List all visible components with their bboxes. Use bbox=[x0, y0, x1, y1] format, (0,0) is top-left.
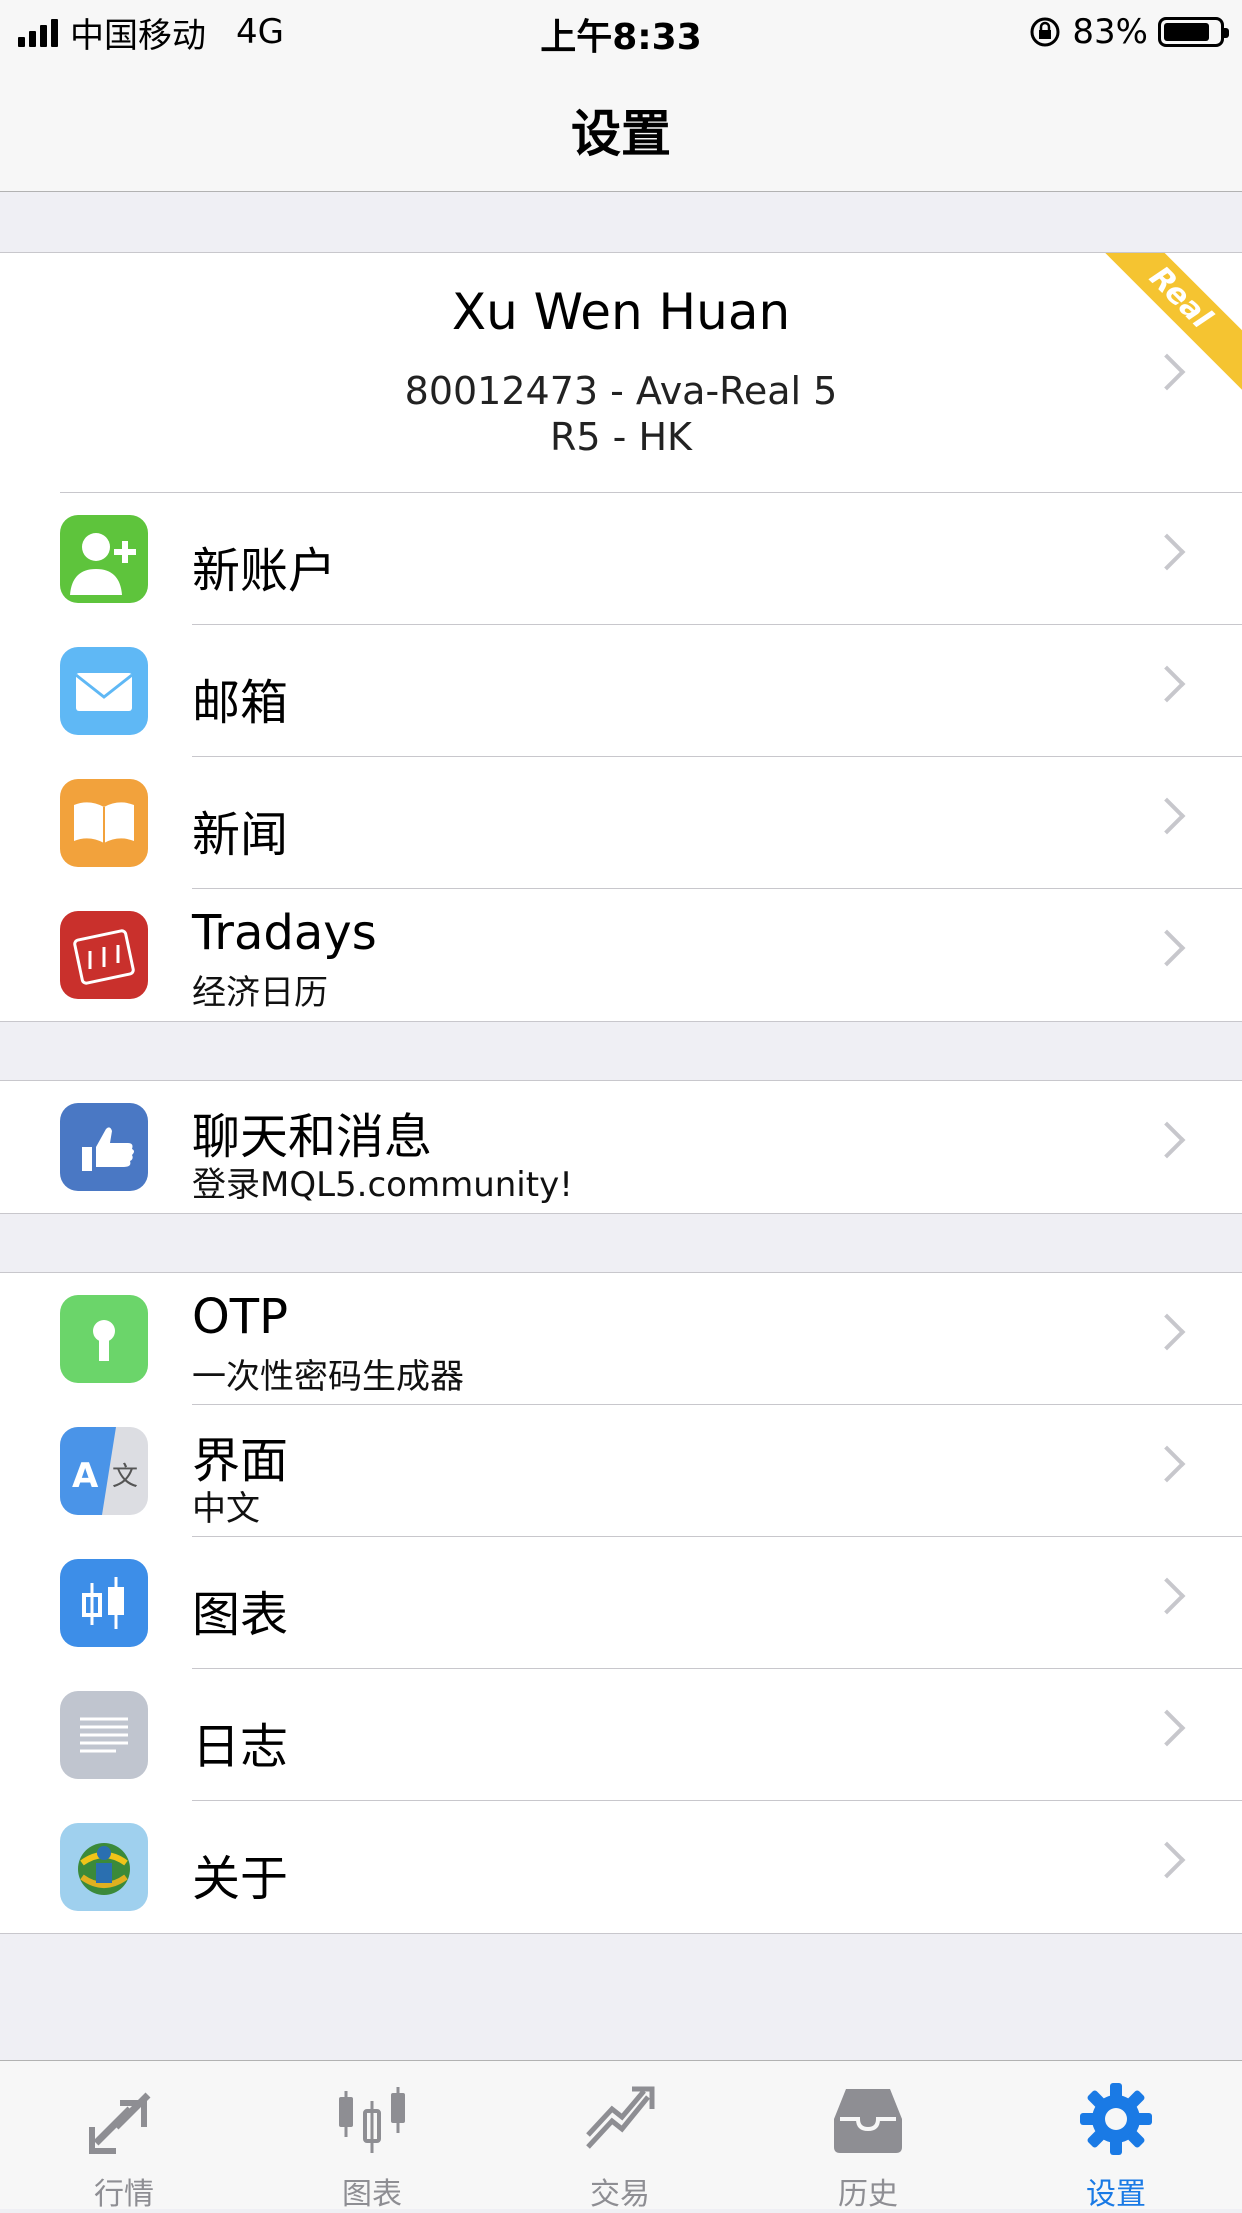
log-icon bbox=[60, 1691, 148, 1779]
tab-bar: 行情 图表 交易 历史 设置 bbox=[0, 2060, 1242, 2212]
add-user-icon bbox=[60, 515, 148, 603]
menu-sublabel: 登录MQL5.community! bbox=[192, 1165, 573, 1205]
menu-row-news[interactable]: 新闻 bbox=[0, 757, 1242, 889]
settings-group: OTP 一次性密码生成器 A文 界面 中文 图表 日志 关于 bbox=[0, 1272, 1242, 1934]
chevron-right-icon bbox=[1148, 533, 1186, 571]
trade-trend-icon bbox=[586, 2086, 655, 2149]
chevron-right-icon bbox=[1148, 1121, 1186, 1159]
rotation-lock-icon bbox=[1028, 15, 1062, 49]
chevron-right-icon bbox=[1148, 1841, 1186, 1879]
svg-text:文: 文 bbox=[112, 1462, 138, 1492]
chevron-right-icon bbox=[1148, 1313, 1186, 1351]
mail-icon bbox=[60, 647, 148, 735]
tab-label: 历史 bbox=[838, 2177, 898, 2212]
metatrader-logo-icon bbox=[60, 1823, 148, 1911]
account-name: Xu Wen Huan bbox=[451, 283, 791, 341]
chevron-right-icon bbox=[1148, 1577, 1186, 1615]
tab-label: 行情 bbox=[94, 2177, 154, 2212]
status-right: 83% bbox=[1028, 10, 1229, 54]
status-bar: 中国移动 4G 上午8:33 83% bbox=[0, 0, 1242, 64]
menu-row-chat[interactable]: 聊天和消息 登录MQL5.community! bbox=[0, 1081, 1242, 1213]
calendar-icon bbox=[60, 911, 148, 999]
history-inbox-icon bbox=[834, 2089, 902, 2153]
menu-row-journal[interactable]: 日志 bbox=[0, 1669, 1242, 1801]
community-group: 聊天和消息 登录MQL5.community! bbox=[0, 1080, 1242, 1214]
chart-candles-icon bbox=[339, 2087, 405, 2153]
menu-label: Tradays bbox=[192, 905, 377, 961]
tab-settings[interactable]: 设置 bbox=[992, 2061, 1240, 2212]
battery-percent: 83% bbox=[1072, 12, 1148, 52]
settings-gear-icon bbox=[1080, 2083, 1152, 2155]
page-title: 设置 bbox=[571, 105, 671, 163]
menu-sublabel: 中文 bbox=[192, 1489, 260, 1529]
keyhole-icon bbox=[60, 1295, 148, 1383]
menu-row-interface[interactable]: A文 界面 中文 bbox=[0, 1405, 1242, 1537]
candlestick-icon bbox=[60, 1559, 148, 1647]
tab-quotes[interactable]: 行情 bbox=[0, 2061, 248, 2212]
menu-row-charts[interactable]: 图表 bbox=[0, 1537, 1242, 1669]
tab-trade[interactable]: 交易 bbox=[496, 2061, 744, 2212]
menu-label: 图表 bbox=[192, 1587, 289, 1643]
svg-text:A: A bbox=[72, 1456, 99, 1496]
tab-charts[interactable]: 图表 bbox=[248, 2061, 496, 2212]
menu-label: 日志 bbox=[192, 1719, 289, 1775]
quotes-arrows-icon bbox=[89, 2092, 151, 2154]
account-region: R5 - HK bbox=[550, 415, 692, 459]
menu-label: OTP bbox=[192, 1289, 289, 1345]
account-number-server: 80012473 - Ava-Real 5 bbox=[404, 369, 838, 413]
chevron-right-icon bbox=[1148, 797, 1186, 835]
tab-label: 交易 bbox=[590, 2177, 650, 2212]
chevron-right-icon bbox=[1148, 1445, 1186, 1483]
chevron-right-icon bbox=[1148, 1709, 1186, 1747]
menu-label: 新闻 bbox=[192, 807, 289, 863]
language-icon: A文 bbox=[60, 1427, 148, 1515]
menu-row-mailbox[interactable]: 邮箱 bbox=[0, 625, 1242, 757]
menu-label: 新账户 bbox=[192, 543, 337, 599]
book-icon bbox=[60, 779, 148, 867]
menu-row-tradays[interactable]: Tradays 经济日历 bbox=[0, 889, 1242, 1021]
menu-label: 邮箱 bbox=[192, 675, 289, 731]
menu-label: 关于 bbox=[192, 1851, 289, 1907]
tab-label: 设置 bbox=[1086, 2177, 1146, 2212]
tab-label: 图表 bbox=[342, 2177, 402, 2212]
tab-history[interactable]: 历史 bbox=[744, 2061, 992, 2212]
menu-row-new-account[interactable]: 新账户 bbox=[0, 493, 1242, 625]
account-card[interactable]: Xu Wen Huan 80012473 - Ava-Real 5 R5 - H… bbox=[0, 253, 1242, 493]
menu-row-otp[interactable]: OTP 一次性密码生成器 bbox=[0, 1273, 1242, 1405]
menu-sublabel: 一次性密码生成器 bbox=[192, 1357, 464, 1397]
navigation-bar: 设置 bbox=[0, 64, 1242, 192]
account-group: Xu Wen Huan 80012473 - Ava-Real 5 R5 - H… bbox=[0, 252, 1242, 1022]
chevron-right-icon bbox=[1148, 929, 1186, 967]
menu-sublabel: 经济日历 bbox=[192, 973, 328, 1013]
battery-icon bbox=[1158, 17, 1229, 47]
menu-row-about[interactable]: 关于 bbox=[0, 1801, 1242, 1933]
pointing-hand-icon bbox=[60, 1103, 148, 1191]
chevron-right-icon bbox=[1148, 665, 1186, 703]
